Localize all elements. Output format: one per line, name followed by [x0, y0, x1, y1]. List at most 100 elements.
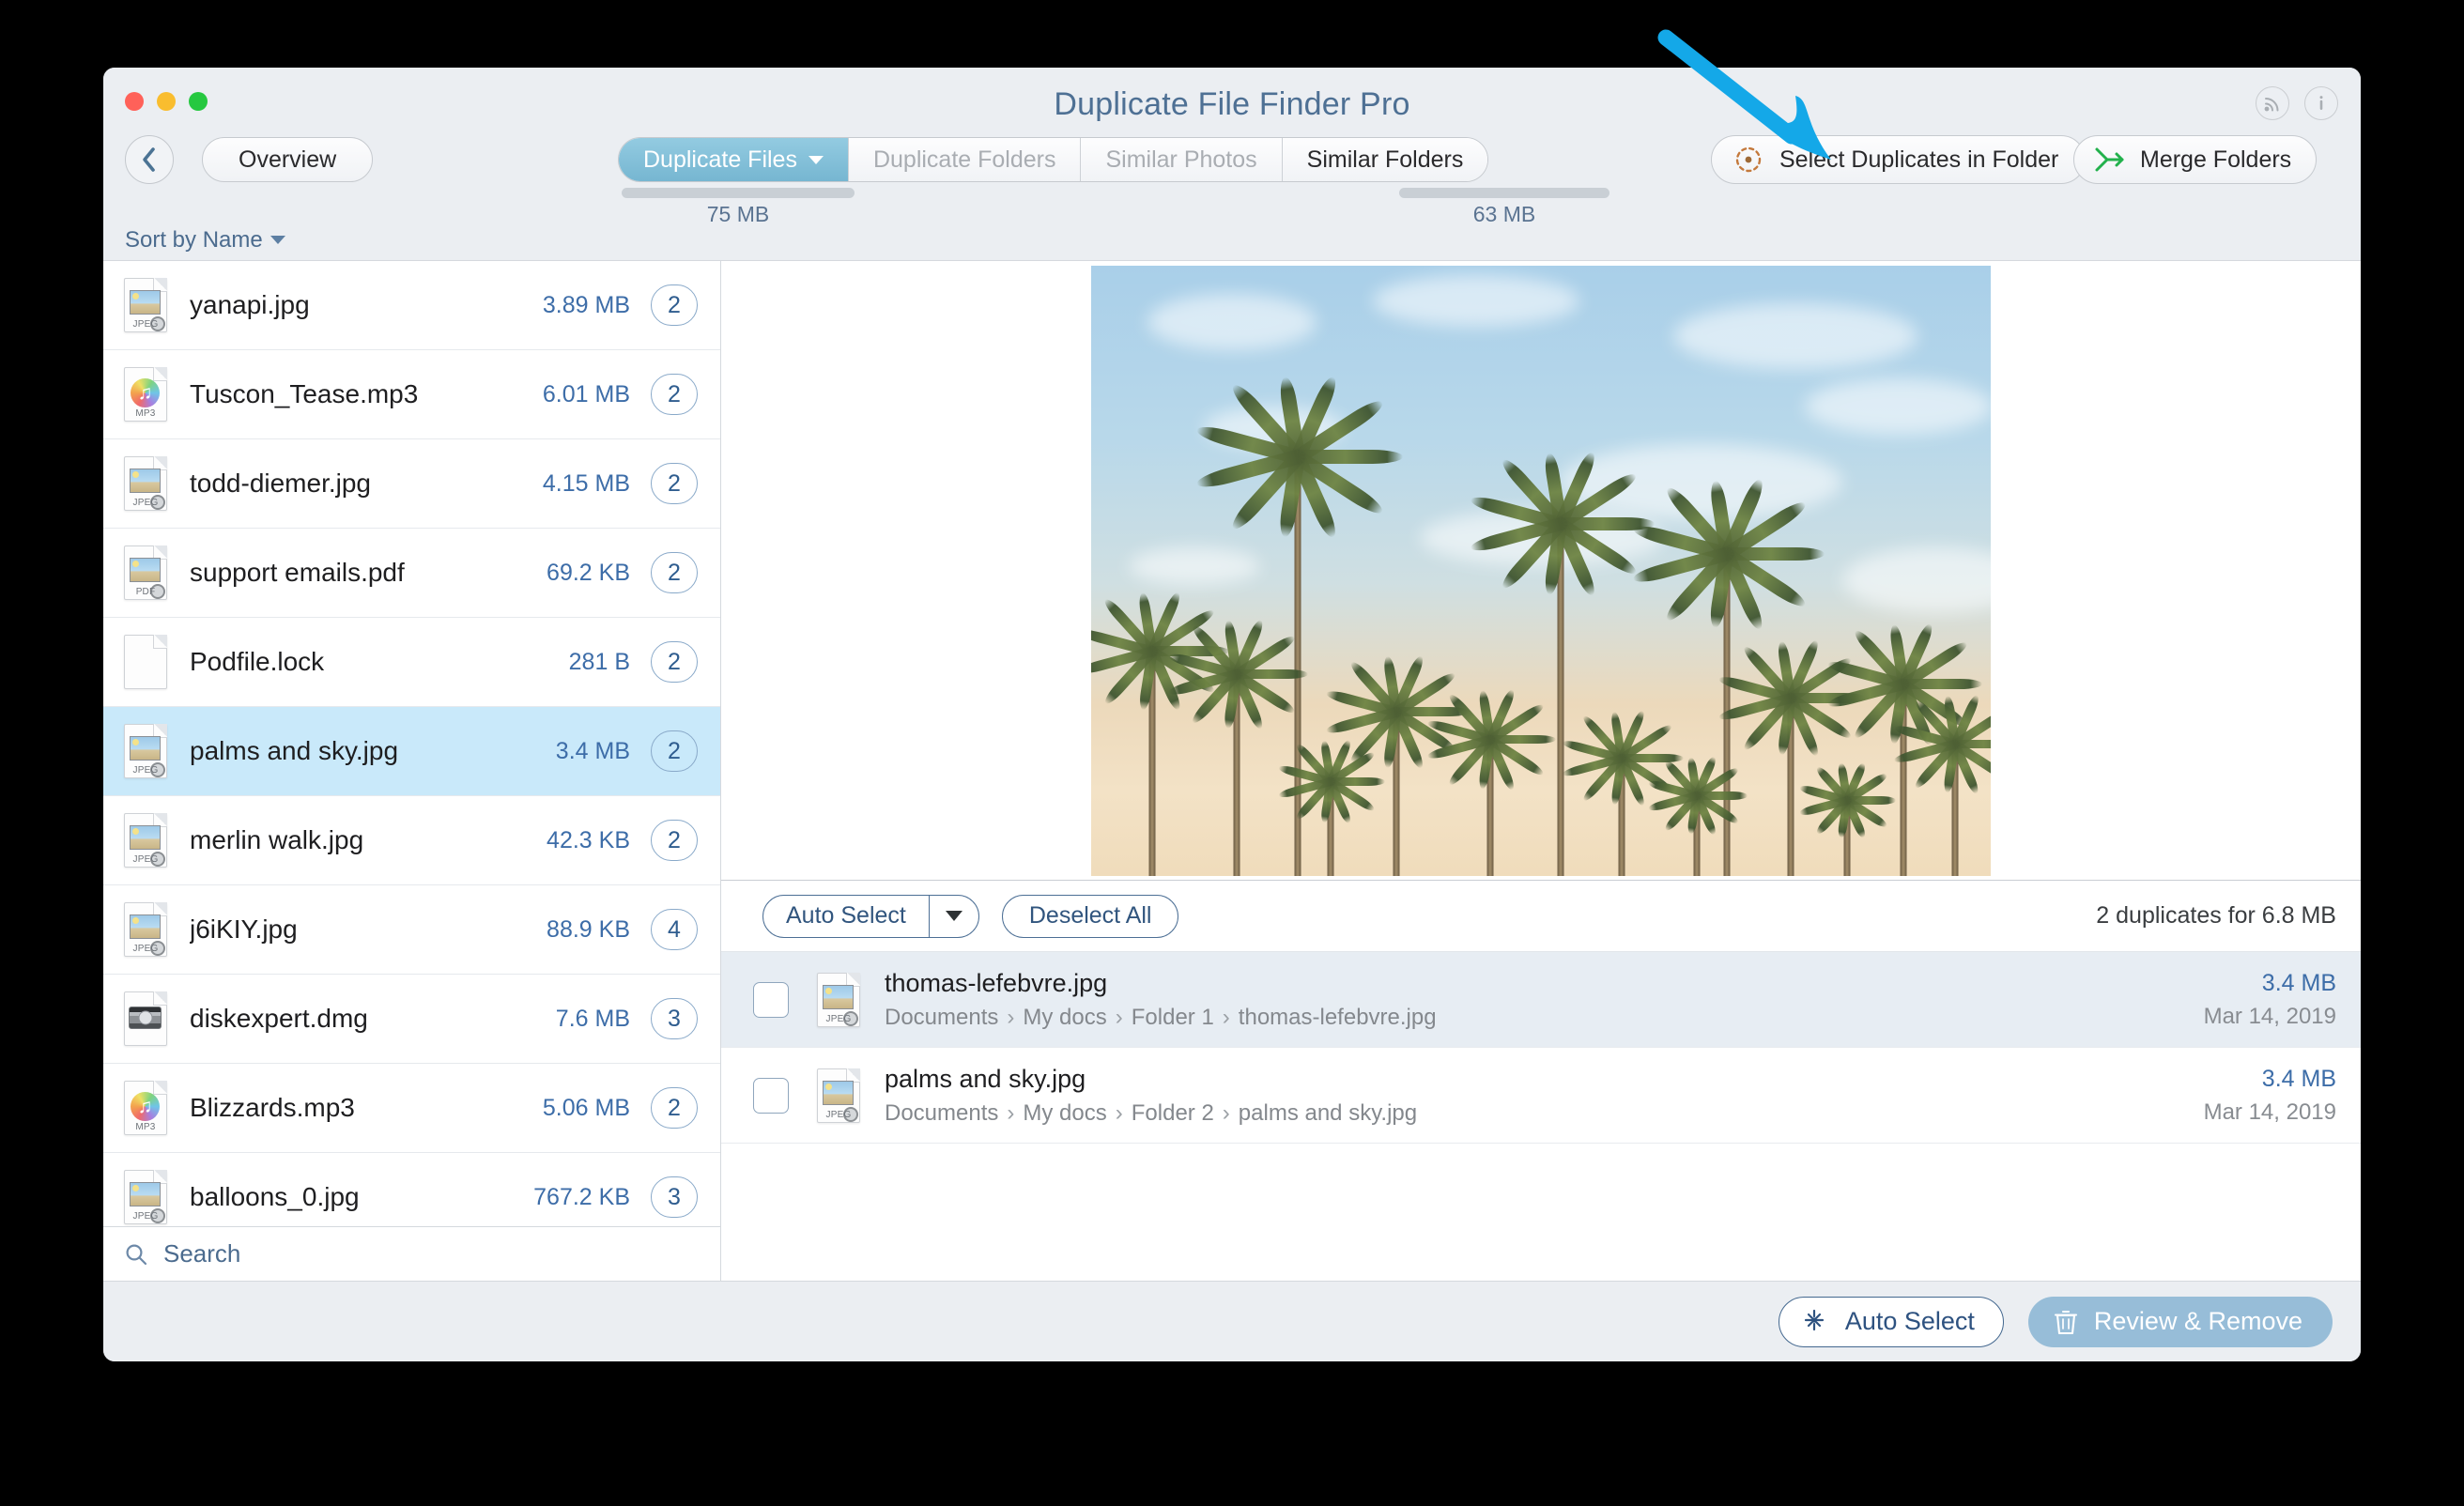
jpeg-file-icon: JPEG: [124, 813, 167, 868]
rss-icon[interactable]: [2256, 86, 2289, 120]
page-fold: [153, 367, 167, 381]
review-and-remove-button[interactable]: Review & Remove: [2027, 1296, 2333, 1347]
jpeg-file-icon: JPEG: [124, 278, 167, 332]
duplicate-count-badge: 2: [651, 463, 698, 504]
duplicate-row[interactable]: JPEG palms and sky.jpg Documents › My docs › F…: [721, 1048, 2361, 1144]
deselect-all-button[interactable]: Deselect All: [1001, 894, 1179, 938]
window-titlebar: Duplicate File Finder Pro: [103, 68, 2361, 133]
palm-tree-shape: [1324, 653, 1470, 876]
file-size: 69.2 KB: [547, 559, 630, 586]
chevron-down-icon: [945, 911, 962, 921]
photo-thumbnail-glyph: [130, 736, 161, 761]
page-fold: [153, 991, 167, 1006]
breadcrumb: Documents › My docs › Folder 2 › palms and sky…: [885, 1100, 2185, 1127]
duplicate-row[interactable]: JPEG thomas-lefebvre.jpg Documents › My docs…: [721, 952, 2361, 1048]
duplicate-file-date: Mar 14, 2019: [2203, 1099, 2336, 1125]
breadcrumb-separator-icon: ›: [1222, 1004, 1230, 1030]
file-name: balloons_0.jpg: [190, 1182, 360, 1211]
file-name: Tuscon_Tease.mp3: [190, 379, 419, 408]
file-list-item[interactable]: JPEG palms and sky.jpg 3.4 MB 2: [103, 707, 720, 796]
file-size: 281 B: [568, 648, 630, 675]
duplicates-summary: 2 duplicates for 6.8 MB: [2096, 902, 2336, 929]
duplicate-count-badge: 3: [651, 998, 698, 1039]
file-list-sidebar: JPEG yanapi.jpg 3.89 MB 2 MP3 Tuscon_Tease.mp…: [103, 261, 721, 1281]
photo-thumbnail-glyph: [130, 290, 161, 315]
cloud-shape: [1129, 546, 1260, 585]
page-title: Duplicate File Finder Pro: [1054, 86, 1410, 122]
file-size: 6.01 MB: [542, 380, 630, 407]
file-name: Blizzards.mp3: [190, 1093, 355, 1122]
tab-duplicate-files[interactable]: Duplicate Files: [619, 138, 849, 181]
photo-thumbnail-glyph: [823, 1080, 854, 1105]
duplicate-file-size: 3.4 MB: [2261, 1065, 2336, 1092]
duplicate-count-badge: 2: [651, 820, 698, 861]
breadcrumb-segment: thomas-lefebvre.jpg: [1238, 1004, 1437, 1030]
search-input[interactable]: Search: [103, 1226, 720, 1281]
file-extension-label: JPEG: [825, 1109, 852, 1120]
breadcrumb-separator-icon: ›: [1115, 1004, 1123, 1030]
footer-auto-select-button[interactable]: Auto Select: [1778, 1296, 2004, 1347]
file-extension-label: MP3: [135, 408, 156, 419]
merge-arrow-icon: [2095, 147, 2124, 172]
file-list-item[interactable]: JPEG todd-diemer.jpg 4.15 MB 2: [103, 439, 720, 529]
duplicate-count-badge: 2: [651, 284, 698, 326]
sort-by-dropdown[interactable]: Sort by Name: [125, 227, 285, 254]
breadcrumb-segment: My docs: [1023, 1099, 1107, 1126]
file-list-item[interactable]: JPEG merlin walk.jpg 42.3 KB 2: [103, 796, 720, 885]
merge-folders-label: Merge Folders: [2140, 146, 2292, 173]
jpeg-file-icon: JPEG: [124, 456, 167, 511]
file-list-item[interactable]: JPEG yanapi.jpg 3.89 MB 2: [103, 261, 720, 350]
file-list-item[interactable]: JPEG balloons_0.jpg 767.2 KB 3: [103, 1153, 720, 1226]
merge-folders-button[interactable]: Merge Folders: [2073, 135, 2318, 184]
duplicate-file-date: Mar 14, 2019: [2203, 1003, 2336, 1029]
duplicates-list[interactable]: JPEG thomas-lefebvre.jpg Documents › My docs…: [721, 952, 2361, 1281]
application-window: Duplicate File Finder Pro Overview Dupli…: [103, 68, 2361, 1361]
palm-tree-shape: [1647, 755, 1748, 876]
review-remove-label: Review & Remove: [2093, 1307, 2302, 1335]
file-name: palms and sky.jpg: [190, 736, 399, 765]
file-list-item[interactable]: diskexpert.dmg 7.6 MB 3: [103, 975, 720, 1064]
duplicates-toolbar: Auto Select Deselect All 2 duplicates fo…: [721, 881, 2361, 952]
duplicate-row-checkbox[interactable]: [753, 1077, 789, 1114]
cloud-shape: [1842, 546, 1991, 613]
mp3-file-icon: MP3: [124, 367, 167, 422]
cloud-shape: [1673, 302, 1917, 369]
jpeg-file-icon: JPEG: [124, 902, 167, 957]
duplicate-row-checkbox[interactable]: [753, 981, 789, 1018]
auto-select-dropdown-toggle[interactable]: [930, 896, 978, 937]
info-icon[interactable]: [2304, 86, 2338, 120]
file-list-item[interactable]: PDF support emails.pdf 69.2 KB 2: [103, 529, 720, 618]
overview-button[interactable]: Overview: [202, 137, 374, 182]
file-list-item[interactable]: JPEG j6iKIY.jpg 88.9 KB 4: [103, 885, 720, 975]
search-icon: [126, 1243, 147, 1265]
main-toolbar: Overview Duplicate Files Duplicate Folde…: [103, 133, 2361, 226]
file-size: 5.06 MB: [542, 1094, 630, 1121]
file-list-item[interactable]: Podfile.lock 281 B 2: [103, 618, 720, 707]
duplicate-count-badge: 3: [651, 1176, 698, 1218]
footer-auto-select-label: Auto Select: [1844, 1307, 1975, 1335]
detail-pane: Auto Select Deselect All 2 duplicates fo…: [721, 261, 2361, 1281]
jpeg-file-icon: JPEG: [124, 1170, 167, 1224]
tab-duplicate-folders-label: Duplicate Folders: [872, 146, 1056, 173]
file-list-item[interactable]: MP3 Blizzards.mp3 5.06 MB 2: [103, 1064, 720, 1153]
tab-similar-photos[interactable]: Similar Photos: [1081, 138, 1283, 181]
file-list-item[interactable]: MP3 Tuscon_Tease.mp3 6.01 MB 2: [103, 350, 720, 439]
jpeg-file-icon: JPEG: [124, 724, 167, 778]
tab-duplicate-folders[interactable]: Duplicate Folders: [848, 138, 1082, 181]
file-list[interactable]: JPEG yanapi.jpg 3.89 MB 2 MP3 Tuscon_Tease.mp…: [103, 261, 720, 1226]
cloud-shape: [1805, 377, 1991, 435]
palm-tree-shape: [1892, 693, 1991, 876]
deselect-all-label: Deselect All: [1028, 902, 1152, 929]
back-button[interactable]: [125, 135, 174, 184]
file-name: diskexpert.dmg: [190, 1004, 368, 1033]
select-duplicates-in-folder-button[interactable]: Select Duplicates in Folder: [1711, 135, 2087, 184]
file-extension-label: PDF: [135, 587, 156, 597]
tab-similar-folders[interactable]: Similar Folders: [1282, 138, 1488, 181]
auto-select-split-button[interactable]: Auto Select: [762, 894, 979, 938]
blank-file-icon: [124, 635, 167, 689]
auto-select-label[interactable]: Auto Select: [763, 895, 930, 937]
file-extension-label: JPEG: [132, 319, 159, 330]
file-extension-label: JPEG: [132, 765, 159, 776]
music-note-glyph: [131, 378, 160, 407]
photo-thumbnail-glyph: [130, 1182, 161, 1206]
